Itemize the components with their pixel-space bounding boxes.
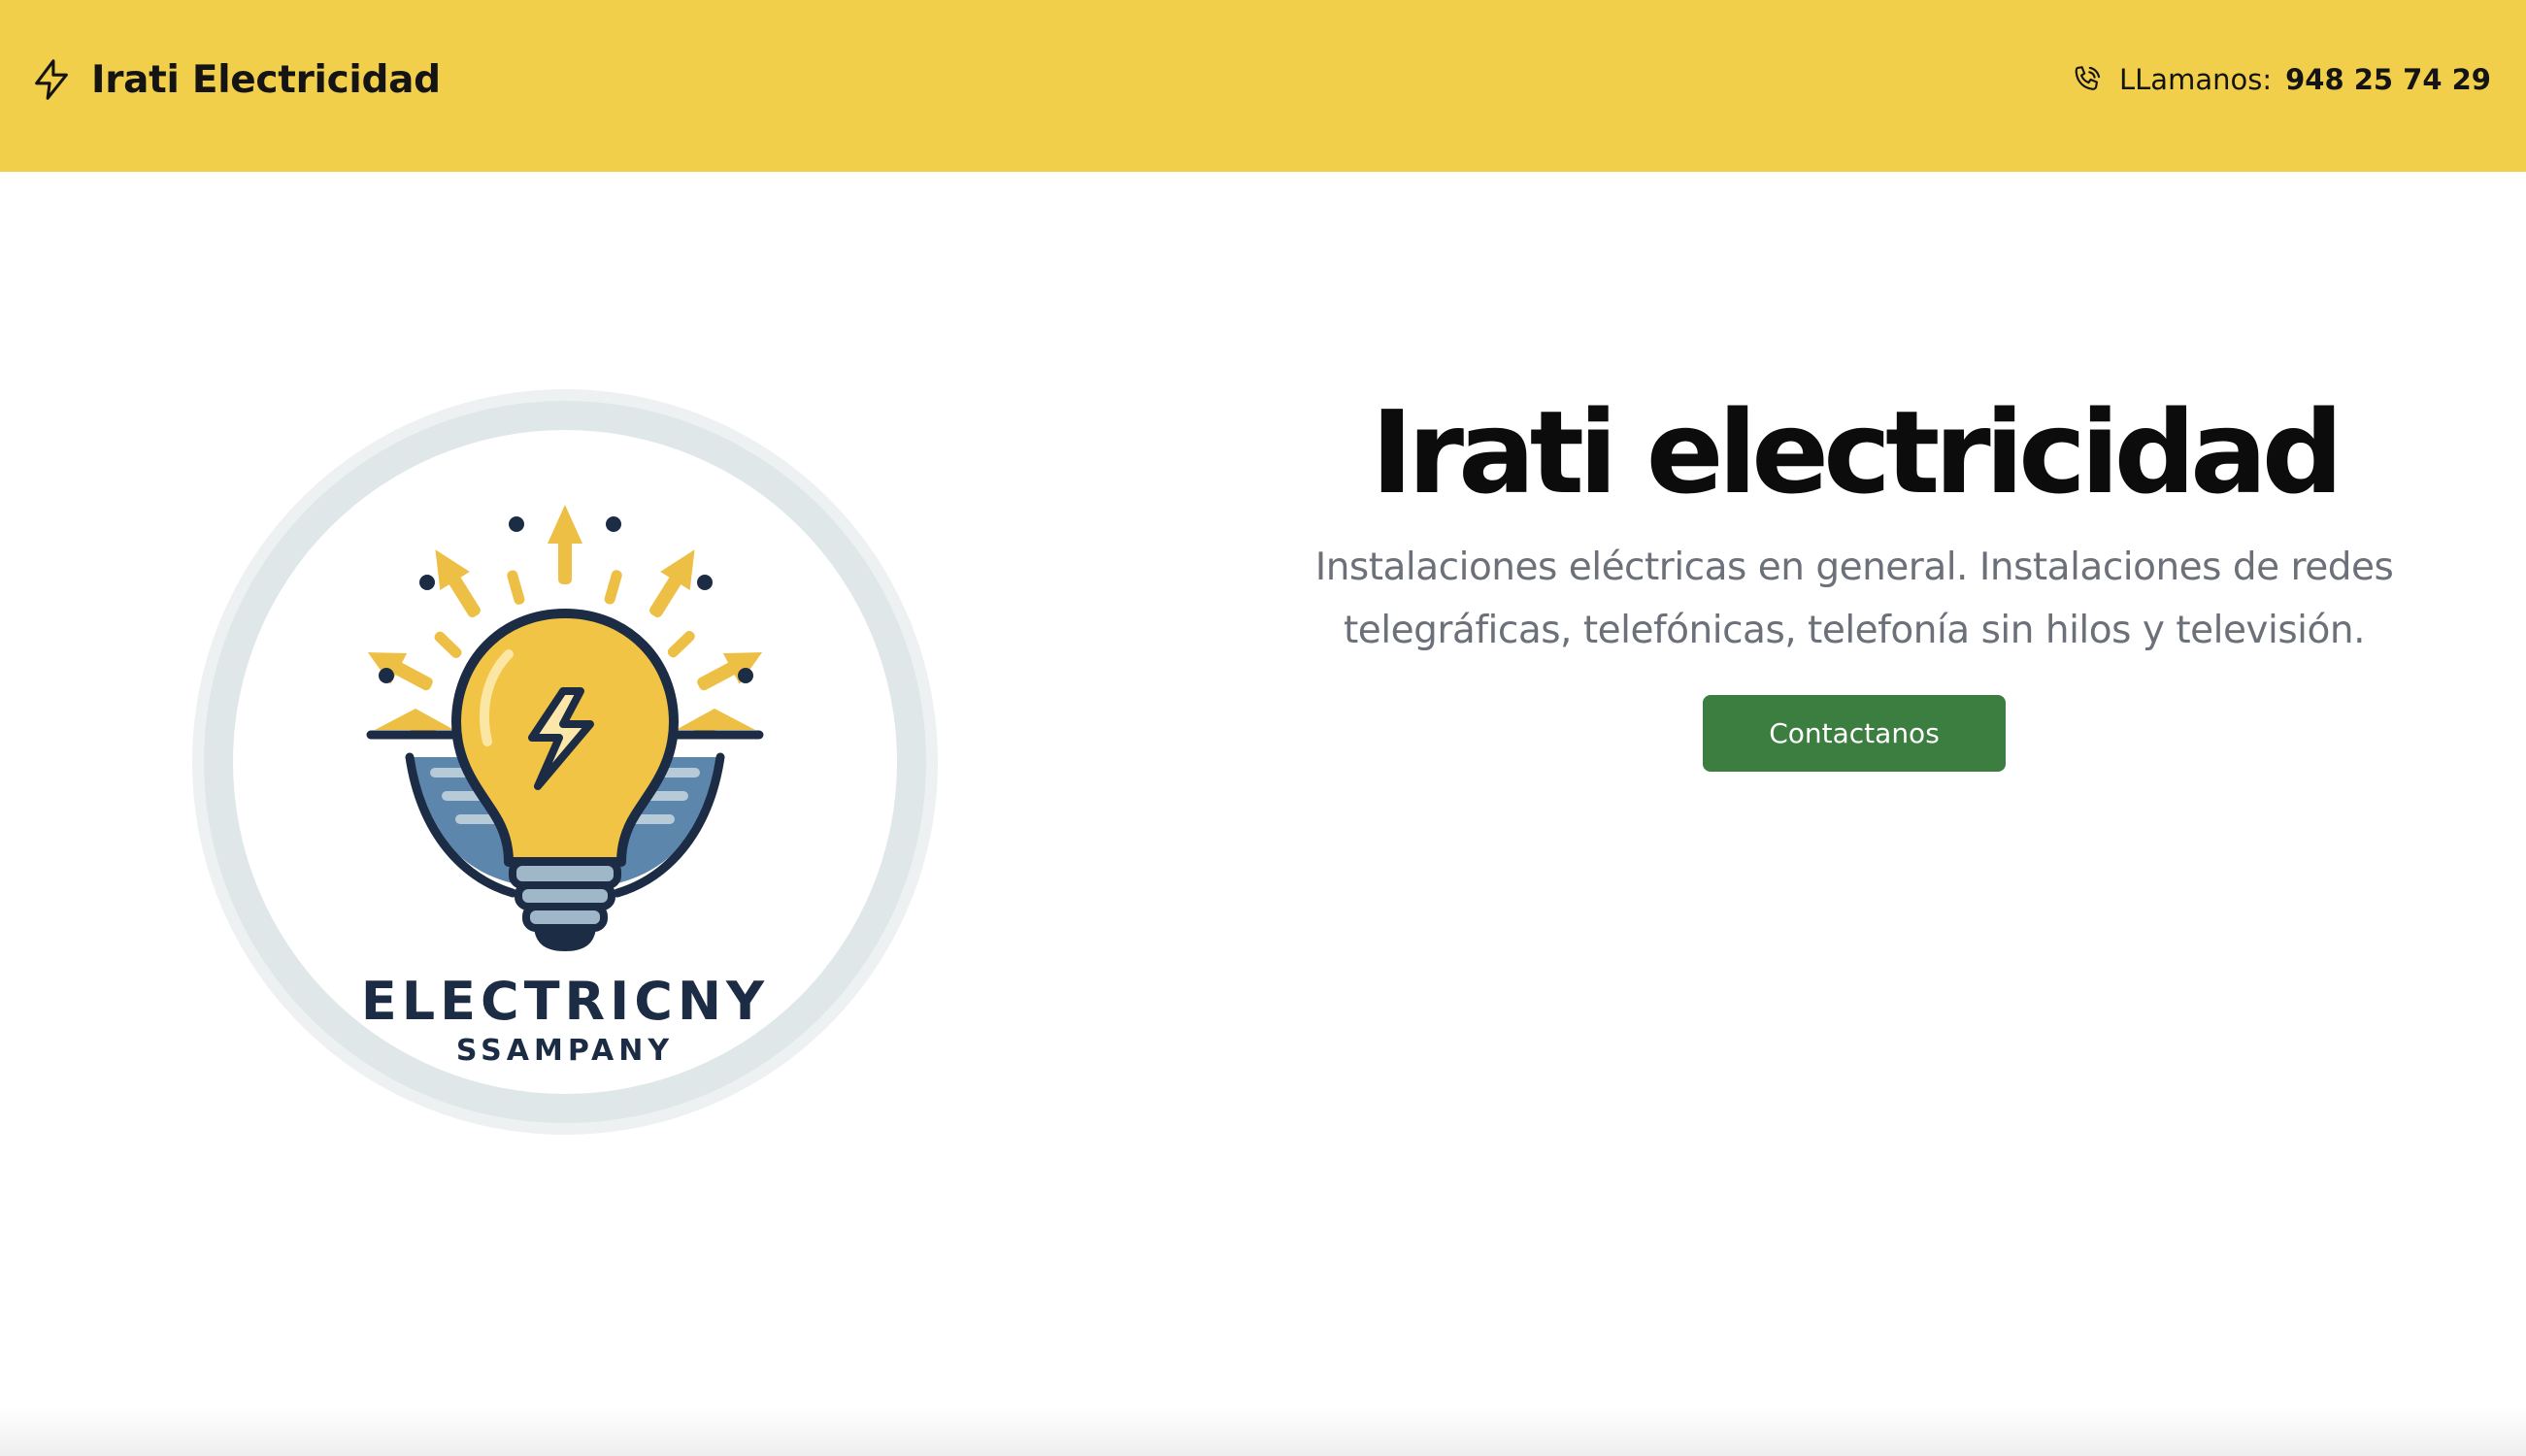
lightning-bolt-icon [29,57,74,102]
page-title: Irati electricidad [1370,385,2343,519]
hero-section: Irati electricidad Instalaciones eléctri… [1252,369,2456,772]
section-divider [0,1407,2526,1456]
contact-button[interactable]: Contactanos [1703,695,2006,772]
phone-number-link[interactable]: 948 25 74 29 [2285,63,2491,96]
call-label: LLamanos: [2118,63,2273,96]
site-header: Irati Electricidad LLamanos: 948 25 74 2… [0,0,2526,172]
call-info: LLamanos: 948 25 74 29 [2071,58,2491,101]
brand-link[interactable]: Irati Electricidad [29,50,441,109]
phone-icon [2071,63,2119,96]
company-logo: ELECTRICNY SSAMPANY [192,388,938,1136]
logo-wordmark-line1: ELECTRICNY [361,971,769,1032]
lightbulb-logo-image: ELECTRICNY SSAMPANY [192,389,938,1135]
logo-wordmark-line2: SSAMPANY [456,1034,674,1068]
brand-name: Irati Electricidad [91,57,441,102]
hero-description: Instalaciones eléctricas en general. Ins… [1314,546,2394,652]
